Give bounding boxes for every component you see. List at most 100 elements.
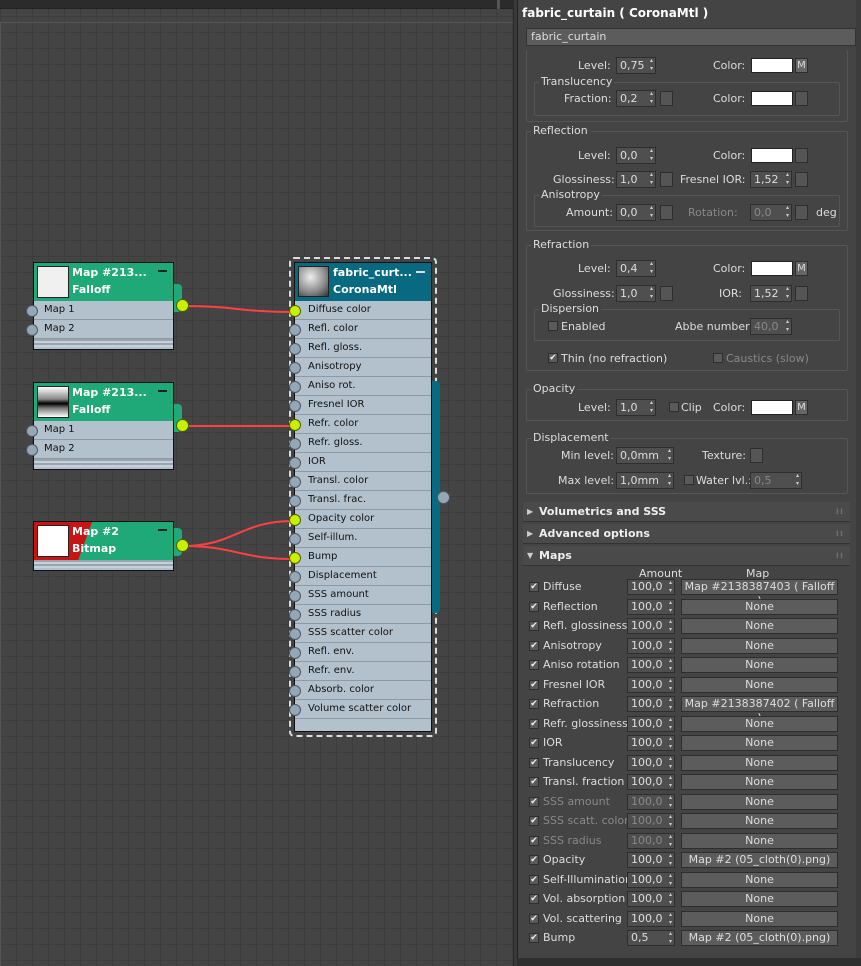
node-resize-grip[interactable] — [34, 560, 173, 568]
map-amount-spinner[interactable]: 100,0 — [627, 793, 675, 810]
ior-spinner[interactable]: 1,52 — [750, 285, 792, 302]
refr-level-spinner[interactable]: 0,4 — [616, 260, 656, 277]
fresnel-ior-map-button[interactable] — [795, 172, 808, 187]
input-port-icon[interactable] — [289, 400, 301, 412]
map-amount-spinner[interactable]: 100,0 — [627, 579, 675, 595]
map-enable-checkbox[interactable]: ✔ — [529, 660, 539, 670]
refr-gloss-spinner[interactable]: 1,0 — [616, 285, 656, 302]
map-amount-spinner[interactable]: 100,0 — [627, 696, 675, 712]
refl-gloss-map-button[interactable] — [660, 172, 673, 187]
diffuse-level-spinner[interactable]: 0,75 — [616, 57, 656, 74]
node-slot[interactable]: Map 1 — [26, 301, 173, 320]
output-port-icon[interactable] — [176, 419, 189, 432]
input-port-icon[interactable] — [289, 495, 301, 507]
minimize-icon[interactable] — [158, 270, 167, 272]
falloff-node-1[interactable]: Map #213... Falloff Map 1 Map 2 — [26, 262, 174, 350]
material-slot[interactable]: Displacement — [289, 567, 431, 586]
output-port-icon[interactable] — [176, 299, 189, 312]
map-button[interactable]: None — [681, 832, 838, 849]
map-button[interactable]: None — [681, 735, 838, 751]
aniso-rotation-map-button[interactable] — [795, 205, 808, 220]
aniso-amount-map-button[interactable] — [660, 205, 673, 220]
opacity-level-spinner[interactable]: 1,0 — [616, 399, 656, 416]
map-enable-checkbox[interactable]: ✔ — [529, 718, 539, 729]
map-button[interactable]: None — [681, 715, 838, 732]
input-port-icon[interactable] — [289, 343, 301, 355]
map-amount-spinner[interactable]: 100,0 — [627, 813, 675, 829]
input-port-icon[interactable] — [289, 685, 301, 697]
bitmap-node[interactable]: Map #2 Bitmap — [33, 521, 174, 571]
output-port-icon[interactable] — [176, 539, 189, 552]
map-amount-spinner[interactable]: 100,0 — [627, 598, 675, 615]
material-slot[interactable]: Transl. frac. — [289, 491, 431, 510]
map-enable-checkbox[interactable]: ✔ — [529, 640, 539, 651]
fresnel-ior-spinner[interactable]: 1,52 — [750, 171, 792, 188]
texture-map-button[interactable] — [750, 448, 763, 463]
coronamtl-node[interactable]: fabric_curt... CoronaMtl Diffuse color Re… — [289, 257, 440, 737]
falloff-node-2[interactable]: Map #213... Falloff Map 1 Map 2 — [26, 382, 174, 470]
input-port-icon[interactable] — [289, 457, 301, 469]
map-amount-spinner[interactable]: 100,0 — [627, 618, 675, 634]
map-enable-checkbox[interactable]: ✔ — [529, 738, 539, 748]
map-enable-checkbox[interactable]: ✔ — [529, 699, 539, 709]
input-port-icon[interactable] — [289, 324, 301, 336]
material-slot[interactable]: Refr. color — [289, 415, 431, 434]
water-level-checkbox[interactable] — [684, 475, 694, 485]
material-slot[interactable]: Volume scatter color — [289, 700, 431, 719]
refl-level-spinner[interactable]: 0,0 — [616, 147, 656, 164]
opacity-map-button[interactable]: M — [795, 400, 808, 415]
map-enable-checkbox[interactable]: ✔ — [529, 855, 539, 865]
material-slot[interactable]: Transl. color — [289, 472, 431, 491]
map-amount-spinner[interactable]: 100,0 — [627, 852, 675, 868]
input-port-icon[interactable] — [289, 514, 301, 526]
map-enable-checkbox[interactable]: ✔ — [529, 601, 539, 612]
map-button[interactable]: None — [681, 813, 838, 829]
material-slot[interactable]: Aniso rot. — [289, 377, 431, 396]
node-header[interactable]: Map #2 Bitmap — [34, 522, 173, 560]
material-slot[interactable]: Opacity color — [289, 510, 431, 529]
node-slot[interactable]: Map 2 — [26, 320, 173, 339]
transl-color-map-button[interactable] — [795, 91, 808, 106]
refr-gloss-map-button[interactable] — [660, 286, 673, 301]
map-enable-checkbox[interactable]: ✔ — [529, 816, 539, 826]
input-port-icon[interactable] — [289, 419, 301, 431]
node-resize-grip[interactable] — [34, 459, 173, 467]
water-level-spinner[interactable]: 0,5 — [750, 472, 802, 489]
material-slot[interactable]: SSS amount — [289, 586, 431, 605]
panel-scrollbar[interactable] — [856, 0, 861, 966]
material-slot[interactable]: Refl. env. — [289, 643, 431, 662]
map-amount-spinner[interactable]: 100,0 — [627, 832, 675, 849]
map-button[interactable]: Map #2138387402 ( Falloff ) — [681, 696, 838, 724]
material-node-body[interactable]: fabric_curt... CoronaMtl Diffuse color Re… — [289, 262, 432, 732]
map-enable-checkbox[interactable]: ✔ — [529, 933, 539, 943]
material-slot[interactable]: Bump — [289, 548, 431, 567]
transl-color-swatch[interactable] — [751, 91, 793, 106]
map-button[interactable]: None — [681, 774, 838, 790]
opacity-color-swatch[interactable] — [751, 400, 793, 415]
material-slot[interactable]: Refr. gloss. — [289, 434, 431, 453]
material-slot[interactable]: Refr. env. — [289, 662, 431, 681]
input-port-icon[interactable] — [289, 438, 301, 450]
input-port-icon[interactable] — [26, 444, 38, 456]
material-slot[interactable]: Absorb. color — [289, 681, 431, 700]
map-enable-checkbox[interactable]: ✔ — [529, 621, 539, 631]
input-port-icon[interactable] — [289, 666, 301, 678]
map-amount-spinner[interactable]: 100,0 — [627, 676, 675, 693]
map-button[interactable]: None — [681, 676, 838, 693]
map-amount-spinner[interactable]: 100,0 — [627, 735, 675, 751]
ior-map-button[interactable] — [795, 286, 808, 301]
map-button[interactable]: None — [681, 754, 838, 771]
clip-checkbox[interactable] — [669, 402, 679, 412]
input-port-icon[interactable] — [289, 476, 301, 488]
aniso-amount-spinner[interactable]: 0,0 — [616, 204, 656, 221]
caustics-checkbox[interactable] — [713, 353, 723, 363]
map-enable-checkbox[interactable]: ✔ — [529, 874, 539, 885]
map-enable-checkbox[interactable]: ✔ — [529, 679, 539, 690]
map-button[interactable]: None — [681, 793, 838, 810]
aniso-rotation-spinner[interactable]: 0,0 — [750, 204, 792, 221]
material-slot[interactable]: SSS scatter color — [289, 624, 431, 643]
thin-checkbox[interactable]: ✔ — [548, 353, 558, 363]
refl-gloss-spinner[interactable]: 1,0 — [616, 171, 656, 188]
map-amount-spinner[interactable]: 100,0 — [627, 774, 675, 790]
refr-color-swatch[interactable] — [751, 261, 793, 276]
